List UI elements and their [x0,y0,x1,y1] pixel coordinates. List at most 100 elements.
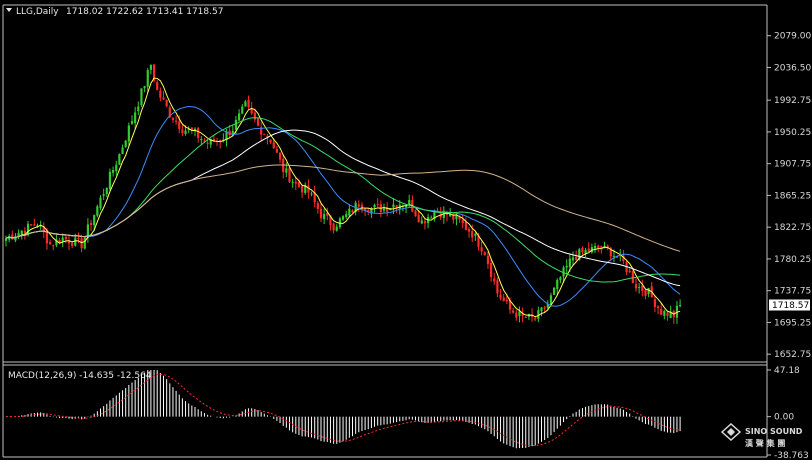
candle-body [272,142,275,149]
price-tick-label: 1652.75 [774,350,811,360]
candle-body [584,250,587,254]
candle-body [165,100,168,107]
price-tick-label: 2036.50 [774,63,811,73]
candle-body [294,181,297,184]
price-tick-label: 1992.75 [774,96,811,106]
candle-body [341,216,345,220]
candle-body [575,256,578,261]
candle-body [505,299,508,302]
candle-body [93,215,96,226]
candle-body [524,316,527,318]
candle-body [234,119,238,130]
candle-body [159,90,162,98]
candle-body [269,139,272,143]
candle-body [486,255,490,264]
candle-body [631,271,634,284]
candle-body [496,280,499,294]
candle-body [121,147,124,155]
candle-body [200,139,203,141]
candle-body [71,243,74,246]
macd-tick-label: 0.00 [774,413,794,423]
candle-body [244,101,247,107]
candle-body [392,204,395,208]
candle-body [184,130,187,135]
candle-body [137,106,140,112]
candle-body [345,214,348,217]
candle-body [644,289,647,296]
candle-body [83,237,86,249]
candle-body [33,224,36,226]
candle-body [96,206,99,216]
ohlc-readout: 1718.02 1722.62 1713.41 1718.57 [66,7,223,17]
candle-body [357,204,360,207]
candle-body [275,149,278,153]
candle-body [499,294,502,299]
macd-tick-label: 47.18 [774,366,800,376]
candle-body [543,307,546,309]
candle-body [118,154,121,165]
candle-body [285,168,288,173]
candle-body [660,308,663,315]
candle-body [108,171,112,190]
candle-body [587,248,590,252]
candle-body [593,245,597,249]
candle-body [130,121,134,124]
candle-body [571,257,575,261]
candle-body [175,120,178,122]
candle-body [291,182,294,184]
candle-body [335,226,338,231]
symbol-label: LLG,Daily [16,7,59,17]
candle-body [288,167,291,183]
candle-body [102,194,105,196]
candle-body [297,182,301,187]
candle-body [49,242,52,245]
candle-body [581,247,584,253]
candle-body [162,97,165,100]
candle-body [540,307,543,312]
candle-body [656,306,660,308]
candle-body [89,222,93,226]
candle-body [490,262,493,278]
candle-body [471,231,474,238]
candle-body [156,82,159,90]
candle-body [301,186,304,193]
candle-body [140,88,143,106]
candle-body [323,214,326,219]
candle-body [414,210,417,216]
candle-body [74,237,77,246]
candle-body [679,305,682,307]
candle-body [11,234,14,240]
watermark-cn: 漢 聲 集 團 [745,438,785,448]
candle-body [134,112,137,124]
candle-body [332,223,335,231]
chart-background [0,0,812,460]
candle-body [534,318,537,320]
candle-body [518,311,521,316]
candle-body [612,255,616,257]
candle-body [143,86,146,88]
candle-body [666,312,669,317]
price-tick-label: 2079.00 [774,32,811,42]
candle-body [483,252,486,255]
price-tick-label: 1822.75 [774,223,811,233]
candle-body [351,210,354,213]
candle-body [178,121,181,129]
candle-body [568,258,571,268]
candle-body [474,233,477,236]
price-tick-label: 1907.75 [774,160,811,170]
candle-body [171,117,175,121]
price-tick-label: 1695.25 [774,318,811,328]
candle-body [559,277,562,281]
candle-body [420,220,423,224]
trading-chart: LLG,Daily 1718.02 1722.62 1713.41 1718.5… [0,0,812,460]
candle-body [52,245,55,247]
candle-body [461,219,464,224]
price-tick-label: 1950.25 [774,128,811,138]
candle-body [149,65,152,70]
candle-body [565,265,568,268]
current-price-label: 1718.57 [772,301,809,311]
candle-body [127,125,130,142]
candle-body [316,203,319,210]
candle-body [77,237,80,239]
candle-body [112,170,115,173]
